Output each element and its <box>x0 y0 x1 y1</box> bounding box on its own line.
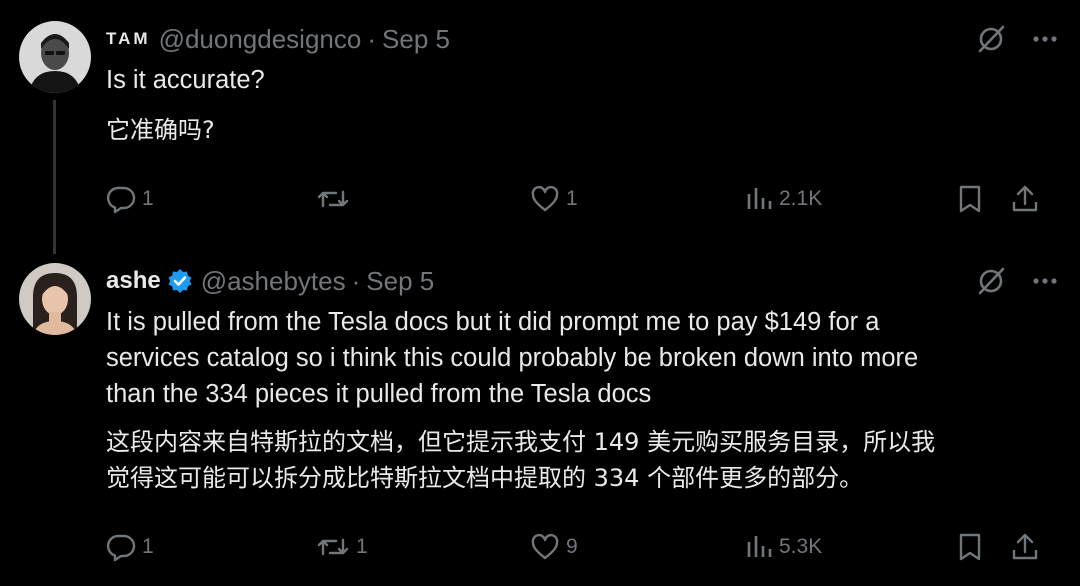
share-icon <box>1012 185 1038 212</box>
timestamp[interactable]: Sep 5 <box>382 24 450 55</box>
views-icon <box>747 536 772 557</box>
display-name[interactable]: ashe <box>106 267 161 295</box>
avatar-ashe[interactable] <box>19 263 91 335</box>
tweet-header-actions <box>976 266 1058 296</box>
bookmark-button[interactable] <box>957 184 983 214</box>
tweet-header: TAM @duongdesignco · Sep 5 <box>106 21 450 57</box>
bookmark-icon <box>959 533 981 561</box>
reply-icon <box>106 534 136 562</box>
display-name[interactable]: TAM <box>106 29 151 49</box>
text-line: services catalog so i think this could p… <box>106 344 919 372</box>
grok-icon[interactable] <box>976 266 1006 296</box>
bookmark-icon <box>959 185 981 213</box>
reply-button[interactable]: 1 <box>106 532 154 562</box>
tweet-text-zh: 这段内容来自特斯拉的文档，但它提示我支付 149 美元购买服务目录，所以我 觉得… <box>106 424 1046 496</box>
like-button[interactable]: 9 <box>530 532 578 562</box>
avatar-image <box>19 21 91 93</box>
separator: · <box>351 265 361 296</box>
verified-badge-icon[interactable] <box>167 268 193 294</box>
like-button[interactable]: 1 <box>530 184 578 214</box>
tweet-text-zh: 它准确吗? <box>106 116 215 144</box>
reply-button[interactable]: 1 <box>106 184 154 214</box>
like-count: 1 <box>566 187 578 210</box>
tweet-header: ashe @ashebytes · Sep 5 <box>106 263 434 299</box>
share-icon <box>1012 533 1038 560</box>
timestamp[interactable]: Sep 5 <box>366 266 434 297</box>
tweet-2[interactable]: ashe @ashebytes · Sep 5 It is pulled fro… <box>0 254 1080 586</box>
text-line: 这段内容来自特斯拉的文档，但它提示我支付 149 美元购买服务目录，所以我 <box>106 428 936 456</box>
retweet-icon <box>317 190 349 208</box>
like-icon <box>531 185 559 212</box>
like-icon <box>531 533 559 560</box>
handle[interactable]: @ashebytes <box>201 266 346 297</box>
share-button[interactable] <box>1011 532 1039 562</box>
bookmark-button[interactable] <box>957 532 983 562</box>
like-count: 9 <box>566 535 578 558</box>
avatar-image <box>19 263 91 335</box>
text-line: 觉得这可能可以拆分成比特斯拉文档中提取的 334 个部件更多的部分。 <box>106 464 864 492</box>
grok-icon[interactable] <box>976 24 1006 54</box>
view-count: 5.3K <box>779 535 823 558</box>
reply-count: 1 <box>142 535 154 558</box>
more-icon[interactable] <box>1032 24 1058 54</box>
retweet-icon <box>317 538 349 556</box>
tweet-actions: 1 1 2.1K <box>0 184 1080 224</box>
retweet-button[interactable]: 1 <box>316 532 368 562</box>
tweet-actions: 1 1 9 5.3K <box>0 532 1080 572</box>
reply-count: 1 <box>142 187 154 210</box>
avatar-tam[interactable] <box>19 21 91 93</box>
separator: · <box>367 23 377 54</box>
text-line: than the 334 pieces it pulled from the T… <box>106 380 652 408</box>
retweet-button[interactable] <box>316 184 356 214</box>
reply-icon <box>106 186 136 214</box>
share-button[interactable] <box>1011 184 1039 214</box>
views-button[interactable]: 2.1K <box>745 184 822 214</box>
tweet-header-actions <box>976 24 1058 54</box>
tweet-text-en: It is pulled from the Tesla docs but it … <box>106 304 1046 412</box>
handle[interactable]: @duongdesignco <box>159 24 362 55</box>
tweet-1[interactable]: TAM @duongdesignco · Sep 5 Is it accurat… <box>0 0 1080 254</box>
views-icon <box>747 188 772 209</box>
view-count: 2.1K <box>779 187 823 210</box>
retweet-count: 1 <box>356 535 368 558</box>
text-line: It is pulled from the Tesla docs but it … <box>106 308 880 336</box>
tweet-text-en: Is it accurate? <box>106 66 265 94</box>
more-icon[interactable] <box>1032 266 1058 296</box>
views-button[interactable]: 5.3K <box>745 532 822 562</box>
